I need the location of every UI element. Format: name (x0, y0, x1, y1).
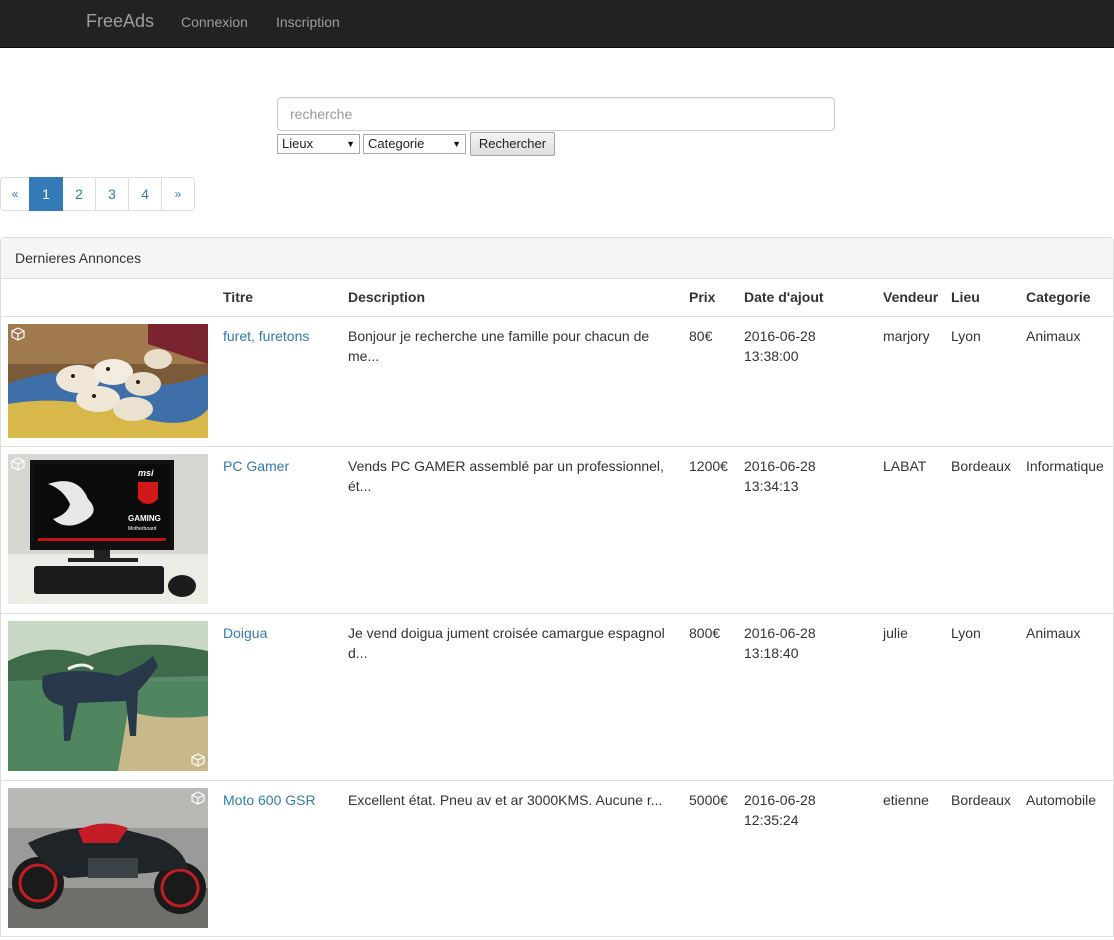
ad-place: Bordeaux (951, 458, 1011, 474)
pagination: « 1 2 3 4 » (0, 177, 195, 211)
gaming-text: GAMING (128, 514, 161, 523)
cube-icon (191, 791, 205, 805)
ad-description: Je vend doigua jument croisée camargue e… (348, 623, 678, 663)
ads-panel: Dernieres Annonces Titre Description Pri… (0, 237, 1114, 937)
ad-description-line: ét... (348, 478, 372, 494)
ad-description-line: Bonjour je recherche une famille pour ch… (348, 328, 650, 344)
nav-link-connexion[interactable]: Connexion (181, 14, 248, 30)
pagination-page-1[interactable]: 1 (29, 177, 63, 211)
ad-image-horse[interactable] (8, 621, 208, 771)
brand-link[interactable]: FreeAds (86, 11, 154, 32)
panel-heading: Dernieres Annonces (1, 238, 1113, 279)
column-header-vendeur: Vendeur (883, 289, 939, 305)
ad-date: 2016-06-28 13:18:40 (744, 623, 816, 663)
ad-date-time: 13:34:13 (744, 478, 799, 494)
cube-icon (11, 327, 25, 341)
ad-description-line: me... (348, 348, 380, 364)
ad-seller: LABAT (883, 458, 927, 474)
search-input[interactable] (277, 97, 835, 131)
ad-seller: julie (883, 625, 908, 641)
dropdown-arrow-icon: ▼ (452, 139, 461, 149)
ad-description-line: d... (348, 645, 368, 661)
cube-icon (11, 457, 25, 471)
table-row: furet, furetons Bonjour je recherche une… (1, 316, 1113, 446)
column-header-lieu: Lieu (951, 289, 980, 305)
ad-date-time: 13:18:40 (744, 645, 799, 661)
ad-place: Lyon (951, 625, 981, 641)
ad-category: Animaux (1026, 625, 1081, 641)
ad-price: 5000€ (689, 792, 728, 808)
ad-description-line: Vends PC GAMER assemblé par un professio… (348, 458, 664, 474)
ad-image-ferrets[interactable] (8, 324, 208, 438)
lieux-select[interactable]: Lieux ▼ (277, 134, 360, 154)
table-row: Moto 600 GSR Excellent état. Pneu av et … (1, 780, 1113, 940)
ad-seller: marjory (883, 328, 930, 344)
ad-date-day: 2016-06-28 (744, 328, 816, 344)
column-header-description: Description (348, 289, 426, 305)
ad-place: Bordeaux (951, 792, 1011, 808)
column-header-date: Date d'ajout (744, 289, 824, 305)
ad-date-day: 2016-06-28 (744, 458, 816, 474)
msi-brand-text: msi (138, 468, 154, 478)
ad-place: Lyon (951, 328, 981, 344)
ad-date-time: 13:38:00 (744, 348, 799, 364)
ad-seller: etienne (883, 792, 929, 808)
lieux-select-value: Lieux (282, 136, 314, 151)
ad-title-link[interactable]: PC Gamer (223, 456, 289, 476)
search-button[interactable]: Rechercher (470, 132, 555, 156)
ad-category: Animaux (1026, 328, 1081, 344)
ad-title-link[interactable]: Moto 600 GSR (223, 790, 316, 810)
table-row: Doigua Je vend doigua jument croisée cam… (1, 613, 1113, 780)
panel-title: Dernieres Annonces (15, 250, 142, 266)
ad-date-day: 2016-06-28 (744, 792, 816, 808)
ad-description-line: Je vend doigua jument croisée camargue e… (348, 625, 665, 641)
ad-date-day: 2016-06-28 (744, 625, 816, 641)
ad-price: 1200€ (689, 458, 728, 474)
categorie-select-value: Categorie (368, 136, 425, 151)
table-row: msi GAMING Motherboard PC Gamer Vends PC… (1, 446, 1113, 613)
pagination-prev[interactable]: « (0, 177, 30, 211)
ad-image-gaming-pc[interactable]: msi GAMING Motherboard (8, 454, 208, 604)
cube-icon (191, 753, 205, 767)
column-header-categorie: Categorie (1026, 289, 1091, 305)
pagination-page-4[interactable]: 4 (128, 177, 162, 211)
ad-category: Informatique (1026, 458, 1104, 474)
ad-category: Automobile (1026, 792, 1097, 808)
ad-date: 2016-06-28 13:34:13 (744, 456, 816, 496)
column-header-prix: Prix (689, 289, 716, 305)
top-navbar: FreeAds Connexion Inscription (0, 0, 1114, 48)
dropdown-arrow-icon: ▼ (346, 139, 355, 149)
ad-description: Excellent état. Pneu av et ar 3000KMS. A… (348, 790, 678, 810)
column-header-titre: Titre (223, 289, 254, 305)
ad-description: Vends PC GAMER assemblé par un professio… (348, 456, 678, 496)
ad-description: Bonjour je recherche une famille pour ch… (348, 326, 678, 366)
ad-date: 2016-06-28 13:38:00 (744, 326, 816, 366)
nav-link-inscription[interactable]: Inscription (276, 14, 340, 30)
ad-image-motorcycle[interactable] (8, 788, 208, 928)
ad-date: 2016-06-28 12:35:24 (744, 790, 816, 830)
ad-title-link[interactable]: furet, furetons (223, 326, 309, 346)
pagination-next[interactable]: » (161, 177, 195, 211)
motherboard-text: Motherboard (128, 526, 157, 532)
pagination-page-2[interactable]: 2 (62, 177, 96, 211)
categorie-select[interactable]: Categorie ▼ (363, 134, 466, 154)
pagination-page-3[interactable]: 3 (95, 177, 129, 211)
ad-date-time: 12:35:24 (744, 812, 799, 828)
ad-description-line: Excellent état. Pneu av et ar 3000KMS. A… (348, 792, 663, 808)
ad-price: 800€ (689, 625, 721, 641)
ad-price: 80€ (689, 328, 713, 344)
ad-title-link[interactable]: Doigua (223, 623, 267, 643)
